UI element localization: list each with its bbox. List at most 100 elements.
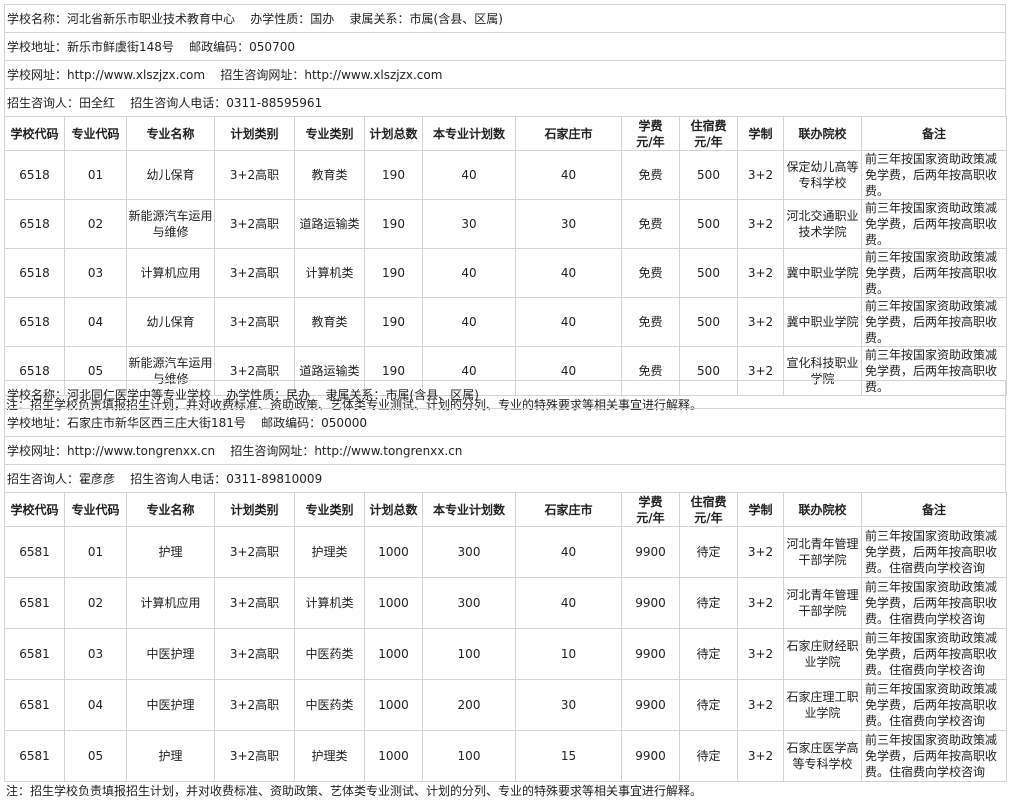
school-name-row: 学校名称：河北同仁医学中等专业学校 办学性质：民办 隶属关系：市属(含县、区属) — [5, 380, 1005, 408]
dorm-fee-cell: 待定 — [679, 730, 738, 782]
plan-total-cell: 1000 — [364, 526, 423, 578]
plan-type-cell: 3+2高职 — [214, 150, 295, 200]
tuition-cell: 9900 — [621, 679, 680, 731]
enrollment-table-2: 学校代码 专业代码 专业名称 计划类别 专业类别 计划总数 本专业计划数 石家庄… — [4, 492, 1007, 782]
school-code-cell: 6518 — [4, 150, 65, 200]
major-name-cell: 幼儿保育 — [126, 150, 215, 200]
table-header-row: 学校代码 专业代码 专业名称 计划类别 专业类别 计划总数 本专业计划数 石家庄… — [4, 116, 1007, 151]
note-cell: 前三年按国家资助政策减免学费，后两年按高职收费。住宿费向学校咨询 — [861, 679, 1007, 731]
header-dorm-fee: 住宿费 元/年 — [679, 116, 738, 151]
table-row: 6518 03 计算机应用 3+2高职 计算机类 190 40 40 免费 500 3+2 冀中职业学… — [4, 248, 1007, 298]
plan-total-cell: 190 — [364, 297, 423, 347]
partner-cell: 石家庄理工职业学院 — [783, 679, 862, 731]
major-code-cell: 03 — [64, 628, 127, 680]
major-plan-cell: 30 — [422, 199, 516, 249]
major-code-cell: 04 — [64, 679, 127, 731]
plan-total-cell: 190 — [364, 150, 423, 200]
tuition-cell: 免费 — [621, 150, 680, 200]
partner-cell: 石家庄医学高等专科学校 — [783, 730, 862, 782]
plan-type-cell: 3+2高职 — [214, 526, 295, 578]
plan-total-cell: 1000 — [364, 730, 423, 782]
major-plan-cell: 100 — [422, 730, 516, 782]
tuition-cell: 9900 — [621, 577, 680, 629]
header-years: 学制 — [737, 116, 784, 151]
header-plan-total: 计划总数 — [364, 116, 423, 151]
plan-type-cell: 3+2高职 — [214, 679, 295, 731]
footnote-2: 注：招生学校负责填报招生计划，并对收费标准、资助政策、艺体类专业测试、计划的分列… — [6, 784, 703, 798]
plan-type-cell: 3+2高职 — [214, 199, 295, 249]
table-row: 6581 03 中医护理 3+2高职 中医药类 1000 100 10 9900 待定 3+2 石家庄… — [4, 628, 1007, 680]
partner-cell: 河北青年管理干部学院 — [783, 577, 862, 629]
header-tuition: 学费 元/年 — [621, 116, 680, 151]
partner-cell: 河北青年管理干部学院 — [783, 526, 862, 578]
major-code-cell: 01 — [64, 526, 127, 578]
school-website-row: 学校网址：http://www.tongrenxx.cn 招生咨询网址：http… — [5, 436, 1005, 464]
major-plan-cell: 300 — [422, 526, 516, 578]
header-major-name: 专业名称 — [126, 116, 215, 151]
school-block-1: 学校名称：河北省新乐市职业技术教育中心 办学性质：国办 隶属关系：市属(含县、区… — [4, 4, 1007, 414]
major-code-cell: 02 — [64, 199, 127, 249]
major-code-cell: 01 — [64, 150, 127, 200]
plan-total-cell: 190 — [364, 199, 423, 249]
header-school-code: 学校代码 — [4, 492, 65, 527]
major-code-cell: 04 — [64, 297, 127, 347]
table-row: 6581 01 护理 3+2高职 护理类 1000 300 40 9900 待定 3+2 河北青年管理… — [4, 526, 1007, 578]
note-cell: 前三年按国家资助政策减免学费，后两年按高职收费。 — [861, 297, 1007, 347]
major-plan-cell: 100 — [422, 628, 516, 680]
table-header-row: 学校代码 专业代码 专业名称 计划类别 专业类别 计划总数 本专业计划数 石家庄… — [4, 492, 1007, 527]
shijiazhuang-cell: 15 — [515, 730, 622, 782]
plan-total-cell: 1000 — [364, 577, 423, 629]
header-major-plan: 本专业计划数 — [422, 492, 516, 527]
school-code-cell: 6581 — [4, 730, 65, 782]
major-plan-cell: 40 — [422, 150, 516, 200]
school-block-2: 学校名称：河北同仁医学中等专业学校 办学性质：民办 隶属关系：市属(含县、区属)… — [4, 380, 1007, 800]
major-category-cell: 护理类 — [294, 526, 365, 578]
enrollment-table-1: 学校代码 专业代码 专业名称 计划类别 专业类别 计划总数 本专业计划数 石家庄… — [4, 116, 1007, 396]
dorm-fee-cell: 待定 — [679, 679, 738, 731]
years-cell: 3+2 — [737, 730, 784, 782]
shijiazhuang-cell: 40 — [515, 150, 622, 200]
years-cell: 3+2 — [737, 526, 784, 578]
major-category-cell: 道路运输类 — [294, 199, 365, 249]
school-info-1: 学校名称：河北省新乐市职业技术教育中心 办学性质：国办 隶属关系：市属(含县、区… — [4, 4, 1006, 116]
note-cell: 前三年按国家资助政策减免学费，后两年按高职收费。 — [861, 248, 1007, 298]
school-name-row: 学校名称：河北省新乐市职业技术教育中心 办学性质：国办 隶属关系：市属(含县、区… — [5, 4, 1005, 32]
plan-type-cell: 3+2高职 — [214, 297, 295, 347]
table-body-2: 6581 01 护理 3+2高职 护理类 1000 300 40 9900 待定 3+2 河北青年管理… — [4, 526, 1007, 782]
school-code-cell: 6518 — [4, 199, 65, 249]
major-category-cell: 计算机类 — [294, 248, 365, 298]
years-cell: 3+2 — [737, 297, 784, 347]
major-name-cell: 护理 — [126, 526, 215, 578]
note-cell: 前三年按国家资助政策减免学费，后两年按高职收费。住宿费向学校咨询 — [861, 526, 1007, 578]
table-row: 6518 04 幼儿保育 3+2高职 教育类 190 40 40 免费 500 3+2 冀中职业学院前… — [4, 297, 1007, 347]
tuition-cell: 9900 — [621, 730, 680, 782]
school-code-cell: 6581 — [4, 628, 65, 680]
dorm-fee-cell: 500 — [679, 297, 738, 347]
major-name-cell: 幼儿保育 — [126, 297, 215, 347]
years-cell: 3+2 — [737, 248, 784, 298]
dorm-fee-cell: 待定 — [679, 526, 738, 578]
tuition-cell: 免费 — [621, 248, 680, 298]
major-category-cell: 教育类 — [294, 297, 365, 347]
dorm-fee-cell: 500 — [679, 248, 738, 298]
header-shijiazhuang: 石家庄市 — [515, 116, 622, 151]
school-website-row: 学校网址：http://www.xlszjzx.com 招生咨询网址：http:… — [5, 60, 1005, 88]
shijiazhuang-cell: 40 — [515, 577, 622, 629]
major-category-cell: 中医药类 — [294, 628, 365, 680]
table-body-1: 6518 01 幼儿保育 3+2高职 教育类 190 40 40 免费 500 3+2 保定幼儿高等专… — [4, 150, 1007, 396]
partner-cell: 冀中职业学院 — [783, 297, 862, 347]
header-note: 备注 — [861, 492, 1007, 527]
major-code-cell: 05 — [64, 730, 127, 782]
table-row: 6518 02 新能源汽车运用与维修 3+2高职 道路运输类 190 30 30 免费 500 3+… — [4, 199, 1007, 249]
plan-total-cell: 1000 — [364, 628, 423, 680]
partner-cell: 河北交通职业技术学院 — [783, 199, 862, 249]
major-name-cell: 中医护理 — [126, 628, 215, 680]
school-address-row: 学校地址：石家庄市新华区西三庄大街181号 邮政编码：050000 — [5, 408, 1005, 436]
school-address-row: 学校地址：新乐市鲜虞街148号 邮政编码：050700 — [5, 32, 1005, 60]
years-cell: 3+2 — [737, 577, 784, 629]
dorm-fee-cell: 500 — [679, 199, 738, 249]
major-category-cell: 计算机类 — [294, 577, 365, 629]
plan-total-cell: 1000 — [364, 679, 423, 731]
header-major-category: 专业类别 — [294, 492, 365, 527]
major-code-cell: 03 — [64, 248, 127, 298]
